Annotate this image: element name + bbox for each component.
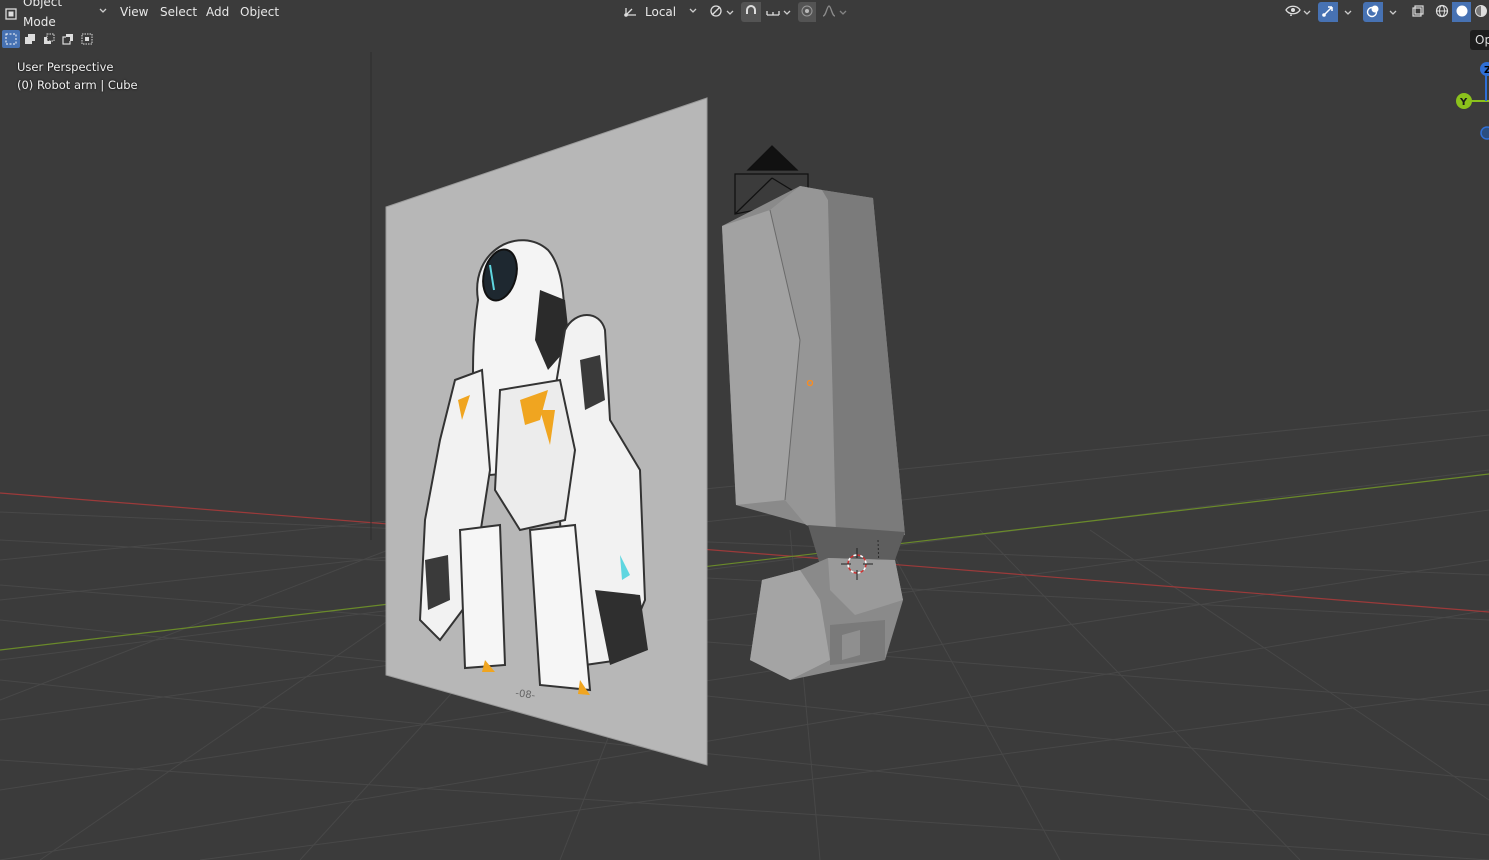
select-invert-button[interactable] xyxy=(59,30,77,48)
select-subtract-icon xyxy=(44,33,55,44)
chevron-down-icon xyxy=(1389,5,1397,19)
overlays-toggle[interactable] xyxy=(1363,2,1383,22)
select-extend-button[interactable] xyxy=(21,30,39,48)
falloff-curve-icon xyxy=(822,4,836,20)
visibility-dropdown[interactable] xyxy=(1282,2,1314,22)
transform-orientation-dropdown[interactable]: Local xyxy=(620,2,698,22)
chevron-down-icon xyxy=(1344,5,1352,19)
gizmo-dropdown[interactable] xyxy=(1339,2,1357,22)
snap-toggle[interactable] xyxy=(741,2,761,22)
menu-object[interactable]: Object xyxy=(232,2,287,22)
shading-solid-button[interactable] xyxy=(1452,2,1471,22)
object-mode-icon xyxy=(5,6,17,20)
chevron-down-icon xyxy=(99,8,107,15)
gizmo-z-label: Z xyxy=(1484,65,1489,76)
gizmo-y-label: Y xyxy=(1459,97,1468,108)
transform-orientation-label: Local xyxy=(645,5,677,19)
mode-selector[interactable]: Object Mode xyxy=(2,0,107,29)
overlays-dropdown[interactable] xyxy=(1384,2,1402,22)
select-set-icon xyxy=(5,33,17,45)
snap-magnet-icon xyxy=(744,4,758,21)
xray-toggle[interactable] xyxy=(1408,2,1428,22)
wireframe-shading-icon xyxy=(1435,4,1449,21)
select-intersect-icon xyxy=(81,33,93,45)
reference-image-plane[interactable]: -08- xyxy=(385,97,708,766)
proportional-edit-icon xyxy=(801,5,813,20)
viewport-3d[interactable]: -08- xyxy=(0,0,1489,860)
navigation-gizmo[interactable]: Z Y xyxy=(1450,55,1489,150)
select-new-button[interactable] xyxy=(2,30,20,48)
chevron-down-icon xyxy=(783,5,791,19)
solid-shading-icon xyxy=(1455,4,1469,21)
material-shading-icon xyxy=(1474,4,1488,21)
falloff-dropdown[interactable] xyxy=(818,2,850,22)
robot-arm-mesh[interactable] xyxy=(722,186,905,680)
eye-visibility-icon xyxy=(1285,4,1301,21)
gizmo-toggle[interactable] xyxy=(1318,2,1338,22)
overlays-icon xyxy=(1366,4,1380,21)
sidebar-tab-operator[interactable]: Op xyxy=(1470,30,1489,50)
gizmo-neg-z-axis[interactable] xyxy=(1480,126,1489,140)
viewport-header: Object Mode View Select Add Object Local xyxy=(0,0,1489,29)
active-object-label: (0) Robot arm | Cube xyxy=(17,78,138,92)
shading-wireframe-button[interactable] xyxy=(1433,2,1451,22)
gizmo-icon xyxy=(1321,4,1335,21)
pivot-point-dropdown[interactable] xyxy=(706,2,736,22)
proportional-edit-toggle[interactable] xyxy=(798,2,816,22)
select-subtract-button[interactable] xyxy=(40,30,58,48)
snap-increment-icon xyxy=(765,5,780,20)
selection-mode-toolbar xyxy=(2,30,97,48)
xray-icon xyxy=(1411,4,1425,21)
menu-view[interactable]: View xyxy=(112,2,156,22)
chevron-down-icon xyxy=(839,5,847,19)
transform-orientation-icon xyxy=(623,5,639,19)
snap-target-dropdown[interactable] xyxy=(762,2,794,22)
select-extend-icon xyxy=(25,34,35,44)
chevron-down-icon xyxy=(1303,5,1311,19)
mode-label: Object Mode xyxy=(23,0,63,29)
select-intersect-button[interactable] xyxy=(78,30,96,48)
select-invert-icon xyxy=(62,34,73,45)
chevron-down-icon xyxy=(689,8,697,15)
shading-material-button[interactable] xyxy=(1472,2,1489,22)
pivot-point-icon xyxy=(708,4,724,21)
chevron-down-icon xyxy=(726,5,734,19)
view-name-label: User Perspective xyxy=(17,60,114,74)
